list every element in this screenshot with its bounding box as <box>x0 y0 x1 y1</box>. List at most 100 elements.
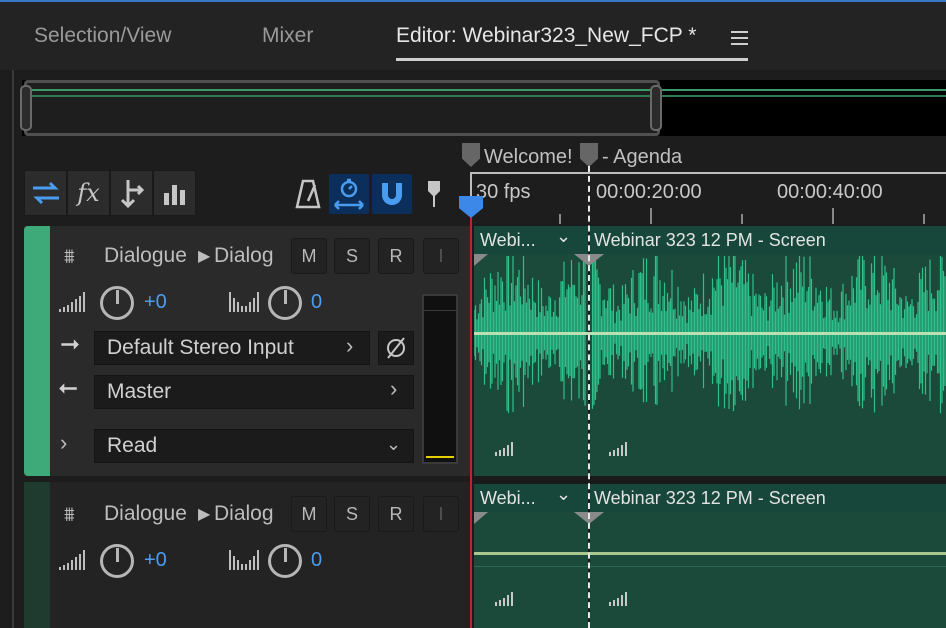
clip-gain-icon <box>495 592 513 606</box>
input-monitor-button[interactable]: I <box>423 496 459 532</box>
waveform <box>474 256 946 414</box>
playhead-line[interactable] <box>470 208 472 628</box>
ruler-time-label: 00:00:40:00 <box>777 181 883 203</box>
output-arrow-icon: ➞ <box>58 375 79 402</box>
marker-flag[interactable] <box>462 143 480 167</box>
navigator-track-line <box>662 89 946 91</box>
track-color-bar <box>24 482 50 628</box>
chevron-down-icon: ⌄ <box>386 434 402 454</box>
marker-pin-icon <box>428 181 440 207</box>
marker-label: - Agenda <box>602 146 683 168</box>
navigator-track-line <box>30 89 654 91</box>
metronome-button[interactable] <box>288 174 328 214</box>
clip-gain-icon <box>495 442 513 456</box>
time-stretch-button[interactable] <box>329 174 369 214</box>
track-name[interactable]: Dialogue <box>104 502 187 526</box>
volume-icon <box>59 292 85 312</box>
clip-title: Webi... <box>480 488 536 508</box>
stopwatch-arrows-icon <box>334 178 364 210</box>
tab-editor[interactable]: Editor: Webinar323_New_FCP * <box>396 24 696 48</box>
automation-mode-select[interactable]: Read <box>94 429 414 463</box>
chevron-down-icon[interactable]: ⌄ <box>556 226 571 247</box>
track-bus[interactable]: Dialog <box>214 244 274 268</box>
navigator-right-handle[interactable] <box>650 85 662 131</box>
sends-button[interactable] <box>110 170 153 216</box>
clip-title: Webi... <box>480 230 536 250</box>
clip-title: Webinar 323 12 PM - Screen <box>594 230 826 250</box>
clip-title: Webinar 323 12 PM - Screen <box>594 488 826 508</box>
fx-icon: fx <box>77 179 100 207</box>
pan-value[interactable]: 0 <box>311 549 322 572</box>
panel-border <box>12 70 14 628</box>
active-tab-underline <box>396 58 748 61</box>
bar-graph-icon <box>163 185 185 205</box>
volume-icon <box>59 550 85 570</box>
track-bus[interactable]: Dialog <box>214 502 274 526</box>
chevron-right-icon: › <box>346 333 354 358</box>
volume-value[interactable]: +0 <box>144 549 167 572</box>
track-color-bar <box>24 226 50 476</box>
metronome-icon <box>295 179 321 209</box>
volume-knob[interactable] <box>100 286 134 320</box>
chevron-right-icon: › <box>390 376 398 401</box>
input-select[interactable]: Default Stereo Input <box>94 331 370 365</box>
navigator-left-handle[interactable] <box>20 85 32 131</box>
pan-knob[interactable] <box>268 286 302 320</box>
volume-envelope[interactable] <box>474 552 946 555</box>
expand-chevron-icon[interactable]: › <box>60 430 67 456</box>
ruler-time-label: 00:00:20:00 <box>596 181 702 203</box>
panel-tab-bar: Selection/View Mixer Editor: Webinar323_… <box>0 0 946 70</box>
level-meter <box>422 294 458 464</box>
ruler-tick <box>923 214 925 224</box>
marker-flag[interactable] <box>580 143 598 167</box>
magnet-icon <box>382 183 402 205</box>
pan-icon <box>229 292 259 312</box>
track-separator <box>470 476 946 484</box>
ruler-tick <box>650 208 652 224</box>
sends-icon <box>120 180 144 208</box>
snapping-button[interactable] <box>372 174 412 214</box>
tab-selection-view[interactable]: Selection/View <box>34 24 171 48</box>
inputs-outputs-button[interactable] <box>24 170 67 216</box>
clip-gain-icon <box>609 442 627 456</box>
phase-invert-icon <box>387 337 405 359</box>
chevron-right-icon: ▶ <box>198 248 211 265</box>
eq-button[interactable] <box>153 170 196 216</box>
tab-mixer[interactable]: Mixer <box>262 24 313 48</box>
solo-button[interactable]: S <box>334 238 370 274</box>
ruler-tick <box>559 214 561 224</box>
pan-value[interactable]: 0 <box>311 291 322 314</box>
clip-divider <box>474 566 946 567</box>
frame-rate-label: 30 fps <box>476 181 531 203</box>
chevron-right-icon: ▶ <box>198 506 211 523</box>
waveform-icon: ⩩ <box>64 246 75 268</box>
mute-button[interactable]: M <box>291 238 327 274</box>
effects-button[interactable]: fx <box>67 170 110 216</box>
phase-invert-button[interactable] <box>378 331 414 365</box>
pan-knob[interactable] <box>268 544 302 578</box>
input-monitor-button[interactable]: I <box>423 238 459 274</box>
output-select[interactable]: Master <box>94 375 414 409</box>
volume-value[interactable]: +0 <box>144 291 167 314</box>
panel-menu-icon[interactable] <box>731 31 748 49</box>
volume-knob[interactable] <box>100 544 134 578</box>
pan-icon <box>229 550 259 570</box>
input-arrow-icon: ➞ <box>60 331 81 358</box>
track-name[interactable]: Dialogue <box>104 244 187 268</box>
marker-tool-button[interactable] <box>414 174 454 214</box>
ruler-tick <box>832 208 834 224</box>
mute-button[interactable]: M <box>291 496 327 532</box>
volume-envelope[interactable] <box>474 332 946 335</box>
record-arm-button[interactable]: R <box>378 238 414 274</box>
navigator-track-line <box>30 95 654 97</box>
ruler-tick <box>741 214 743 224</box>
marker-label: Welcome! <box>484 146 573 168</box>
record-arm-button[interactable]: R <box>378 496 414 532</box>
navigator-track-line <box>662 95 946 97</box>
solo-button[interactable]: S <box>334 496 370 532</box>
track-view-toolbar: fx <box>24 170 196 216</box>
clip-gain-icon <box>609 592 627 606</box>
chevron-down-icon[interactable]: ⌄ <box>556 484 571 505</box>
marker-line <box>588 166 590 628</box>
swap-arrows-icon <box>32 181 59 205</box>
